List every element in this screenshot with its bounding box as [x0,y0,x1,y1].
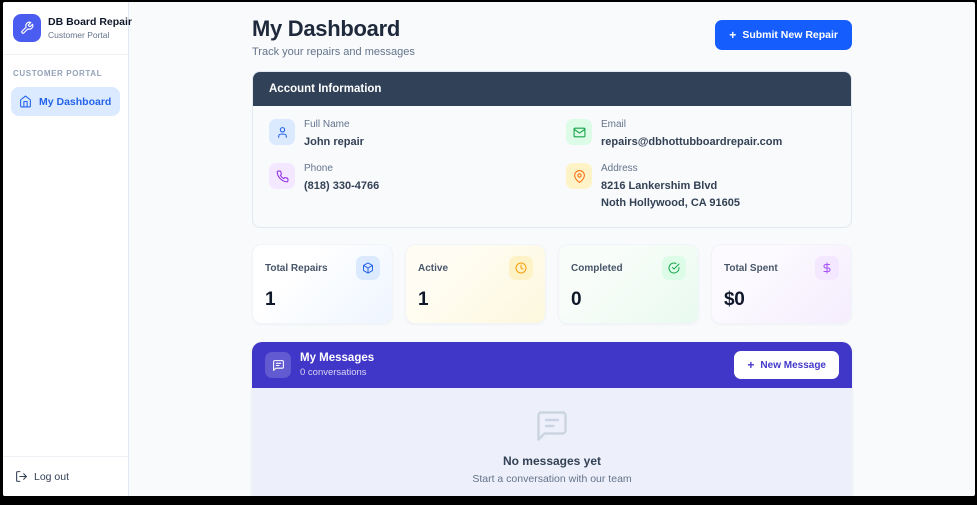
nav-section-label: CUSTOMER PORTAL [13,69,118,78]
check-circle-icon [662,256,686,280]
stats-row: Total Repairs 1 Active 1 [252,244,852,324]
messages-title: My Messages [300,352,374,364]
plus-icon: + [729,29,736,41]
field-value-line1: 8216 Lankershim Blvd [601,178,740,195]
clock-icon [509,256,533,280]
screenshot-frame: DB Board Repair Customer Portal CUSTOMER… [0,0,977,505]
messages-header: My Messages 0 conversations + New Messag… [252,342,852,388]
field-address: Address 8216 Lankershim Blvd Noth Hollyw… [566,163,835,212]
field-label: Phone [304,163,379,174]
stat-label: Active [418,263,448,274]
field-phone: Phone (818) 330-4766 [269,163,538,212]
empty-state-subtitle: Start a conversation with our team [472,473,631,485]
field-full-name: Full Name John repair [269,119,538,151]
empty-state-title: No messages yet [503,454,601,468]
logout-label: Log out [34,471,69,483]
submit-new-repair-label: Submit New Repair [742,29,838,41]
phone-icon [269,163,295,189]
home-icon [19,95,32,108]
new-message-header-button[interactable]: + New Message [734,351,839,379]
stat-card-active: Active 1 [405,244,546,324]
page-header-text: My Dashboard Track your repairs and mess… [252,16,415,58]
field-value: (818) 330-4766 [304,178,379,195]
user-icon [269,119,295,145]
stat-card-total-repairs: Total Repairs 1 [252,244,393,324]
sidebar-footer: Log out [3,456,128,496]
messages-conversation-count: 0 conversations [300,367,374,378]
field-email: Email repairs@dbhottubboardrepair.com [566,119,835,151]
logout-icon [15,470,28,483]
brand: DB Board Repair Customer Portal [3,2,128,55]
messages-empty-state: No messages yet Start a conversation wit… [252,388,852,496]
page-subtitle: Track your repairs and messages [252,46,415,58]
map-pin-icon [566,163,592,189]
account-card-title: Account Information [253,72,851,106]
field-value-line2: Noth Hollywood, CA 91605 [601,195,740,212]
field-label: Email [601,119,782,130]
sidebar-item-label: My Dashboard [39,96,111,108]
wrench-logo-icon [13,14,41,42]
brand-title: DB Board Repair [48,16,132,29]
page-header: My Dashboard Track your repairs and mess… [252,16,852,58]
message-square-icon [265,352,291,378]
page-title: My Dashboard [252,16,415,42]
brand-text: DB Board Repair Customer Portal [48,16,132,41]
sidebar-item-my-dashboard[interactable]: My Dashboard [11,87,120,116]
dollar-icon [815,256,839,280]
field-label: Full Name [304,119,364,130]
stat-value: $0 [724,289,839,311]
field-value: John repair [304,134,364,151]
stat-card-total-spent: Total Spent $0 [711,244,852,324]
stat-card-completed: Completed 0 [558,244,699,324]
submit-new-repair-button[interactable]: + Submit New Repair [715,20,852,50]
my-messages-card: My Messages 0 conversations + New Messag… [252,342,852,496]
app-window: DB Board Repair Customer Portal CUSTOMER… [3,2,975,496]
account-information-card: Account Information Full Name John repai… [252,71,852,228]
field-label: Address [601,163,740,174]
field-value: repairs@dbhottubboardrepair.com [601,134,782,151]
empty-message-square-icon [534,408,570,444]
stat-value: 1 [265,289,380,311]
stat-label: Completed [571,263,623,274]
stat-value: 1 [418,289,533,311]
mail-icon [566,119,592,145]
stat-label: Total Repairs [265,263,328,274]
logout-button[interactable]: Log out [15,470,116,483]
main-content: My Dashboard Track your repairs and mess… [129,2,975,496]
stat-label: Total Spent [724,263,778,274]
account-card-body: Full Name John repair Email repairs@dbho… [253,106,851,227]
plus-icon: + [747,359,754,371]
sidebar-nav: CUSTOMER PORTAL My Dashboard [3,55,128,130]
brand-subtitle: Customer Portal [48,30,132,40]
new-message-header-label: New Message [760,360,826,371]
package-icon [356,256,380,280]
stat-value: 0 [571,289,686,311]
sidebar: DB Board Repair Customer Portal CUSTOMER… [3,2,129,496]
